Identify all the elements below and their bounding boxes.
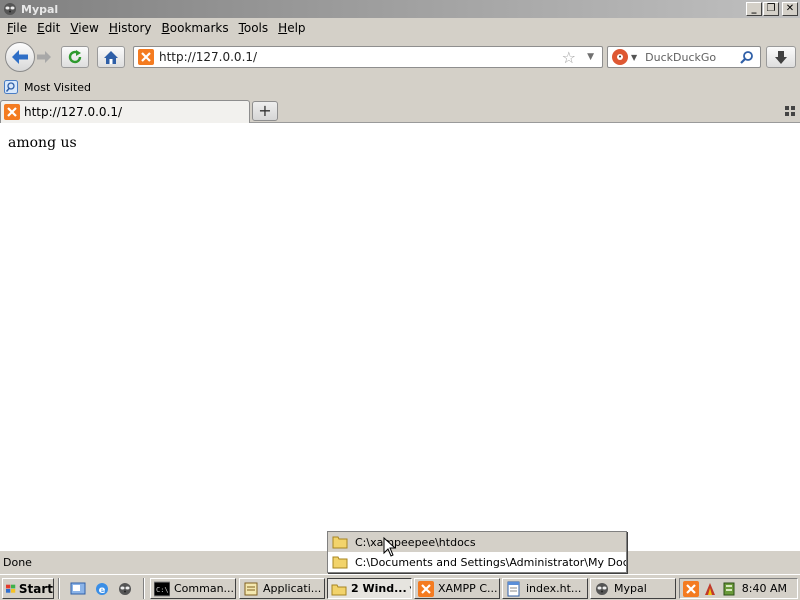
tab-active[interactable]: http://127.0.0.1/	[0, 100, 250, 123]
mypal-app-icon	[3, 2, 17, 16]
address-bar[interactable]: http://127.0.0.1/ ☆ ▼	[133, 46, 603, 68]
reload-button[interactable]	[61, 46, 89, 68]
forward-arrow-icon	[37, 51, 51, 63]
server-tray-icon[interactable]	[721, 581, 737, 597]
notepad-icon	[507, 581, 520, 596]
window-title: Mypal	[21, 2, 59, 16]
task-label: 2 Wind...	[351, 582, 407, 595]
apache-tray-icon[interactable]	[702, 581, 718, 597]
taskbar-separator	[58, 578, 60, 599]
xampp-tray-icon[interactable]	[683, 580, 699, 597]
task-index-html[interactable]: index.ht...	[502, 578, 588, 599]
download-arrow-icon	[775, 50, 787, 64]
task-label: Mypal	[614, 582, 647, 595]
task-mypal[interactable]: Mypal	[590, 578, 676, 599]
tab-label: http://127.0.0.1/	[24, 105, 123, 119]
task-xampp-control[interactable]: XAMPP C...	[414, 578, 500, 599]
mypal-quicklaunch-icon[interactable]	[116, 580, 134, 598]
start-label: Start	[18, 581, 53, 596]
folder-icon	[331, 584, 347, 595]
restore-button[interactable]: ❐	[763, 2, 779, 16]
system-tray: 8:40 AM	[679, 578, 798, 599]
mouse-cursor-icon	[383, 537, 397, 557]
page-text: among us	[8, 135, 77, 151]
task-group-windows[interactable]: 2 Wind... ▼	[327, 578, 412, 599]
minimize-button[interactable]: _	[746, 2, 762, 16]
task-label: XAMPP C...	[438, 582, 498, 595]
mypal-icon	[596, 582, 608, 595]
command-prompt-icon: C:\	[154, 581, 170, 596]
show-desktop-icon[interactable]	[69, 580, 87, 598]
popup-item-htdocs[interactable]: C:\xampeepee\htdocs	[328, 532, 626, 552]
bookmark-star-icon[interactable]: ☆	[562, 48, 576, 67]
svg-text:e: e	[99, 585, 106, 596]
taskbar-group-popup: C:\xampeepee\htdocs C:\Documents and Set…	[327, 531, 627, 573]
menu-edit[interactable]: Edit	[32, 21, 65, 35]
home-button[interactable]	[97, 46, 125, 68]
downloads-button[interactable]	[766, 46, 796, 68]
menu-bar: File Edit View History Bookmarks Tools H…	[0, 18, 800, 38]
engine-dropdown-icon[interactable]: ▼	[631, 53, 637, 62]
history-dropdown-icon[interactable]: ▼	[587, 52, 594, 62]
xampp-favicon-icon	[4, 104, 20, 120]
popup-item-label: C:\Documents and Settings\Administrator\…	[355, 555, 626, 569]
new-tab-button[interactable]: +	[252, 101, 278, 121]
start-button[interactable]: Start	[2, 578, 54, 599]
back-arrow-icon	[12, 50, 28, 64]
popup-item-label: C:\xampeepee\htdocs	[355, 535, 476, 549]
forward-button[interactable]	[33, 47, 55, 67]
list-all-tabs-icon[interactable]	[785, 106, 795, 116]
windows-logo-icon	[6, 584, 16, 593]
title-bar: Mypal _ ❐ ✕	[0, 0, 800, 18]
popup-item-my-documents[interactable]: C:\Documents and Settings\Administrator\…	[328, 552, 626, 572]
page-content: among us	[0, 123, 800, 551]
menu-history[interactable]: History	[104, 21, 157, 35]
menu-bookmarks[interactable]: Bookmarks	[157, 21, 234, 35]
taskbar: Start e C:\ Comman... Applicati... 2 Win…	[0, 574, 800, 600]
svg-text:C:\: C:\	[156, 586, 169, 594]
duckduckgo-icon[interactable]	[612, 49, 628, 65]
most-visited-icon	[4, 80, 18, 94]
task-label: Applicati...	[263, 582, 322, 595]
search-icon[interactable]	[740, 50, 754, 67]
navigation-toolbar: http://127.0.0.1/ ☆ ▼ ▼ DuckDuckGo	[0, 38, 800, 76]
group-dropdown-icon: ▼	[410, 585, 411, 593]
xampp-icon	[418, 580, 434, 597]
folder-icon	[332, 536, 348, 549]
internet-explorer-icon[interactable]: e	[93, 580, 111, 598]
tab-strip: http://127.0.0.1/ +	[0, 98, 800, 123]
back-button[interactable]	[5, 42, 35, 72]
task-label: index.ht...	[526, 582, 582, 595]
bookmark-most-visited[interactable]: Most Visited	[24, 81, 91, 94]
task-applications[interactable]: Applicati...	[239, 578, 325, 599]
taskbar-separator	[143, 578, 145, 599]
bookmarks-toolbar: Most Visited	[0, 76, 800, 98]
menu-tools[interactable]: Tools	[234, 21, 274, 35]
task-command-prompt[interactable]: C:\ Comman...	[150, 578, 236, 599]
clock[interactable]: 8:40 AM	[742, 582, 787, 595]
status-text: Done	[3, 556, 32, 569]
applications-icon	[244, 582, 258, 595]
home-icon	[104, 50, 118, 64]
search-bar[interactable]: ▼ DuckDuckGo	[607, 46, 761, 68]
search-placeholder: DuckDuckGo	[645, 50, 717, 64]
menu-file[interactable]: File	[2, 21, 32, 35]
xampp-favicon-icon	[138, 49, 154, 65]
task-label: Comman...	[174, 582, 235, 595]
url-text[interactable]: http://127.0.0.1/	[159, 50, 257, 64]
menu-help[interactable]: Help	[273, 21, 310, 35]
menu-view[interactable]: View	[65, 21, 103, 35]
folder-icon	[332, 556, 348, 569]
close-button[interactable]: ✕	[782, 2, 798, 16]
reload-icon	[68, 50, 82, 64]
